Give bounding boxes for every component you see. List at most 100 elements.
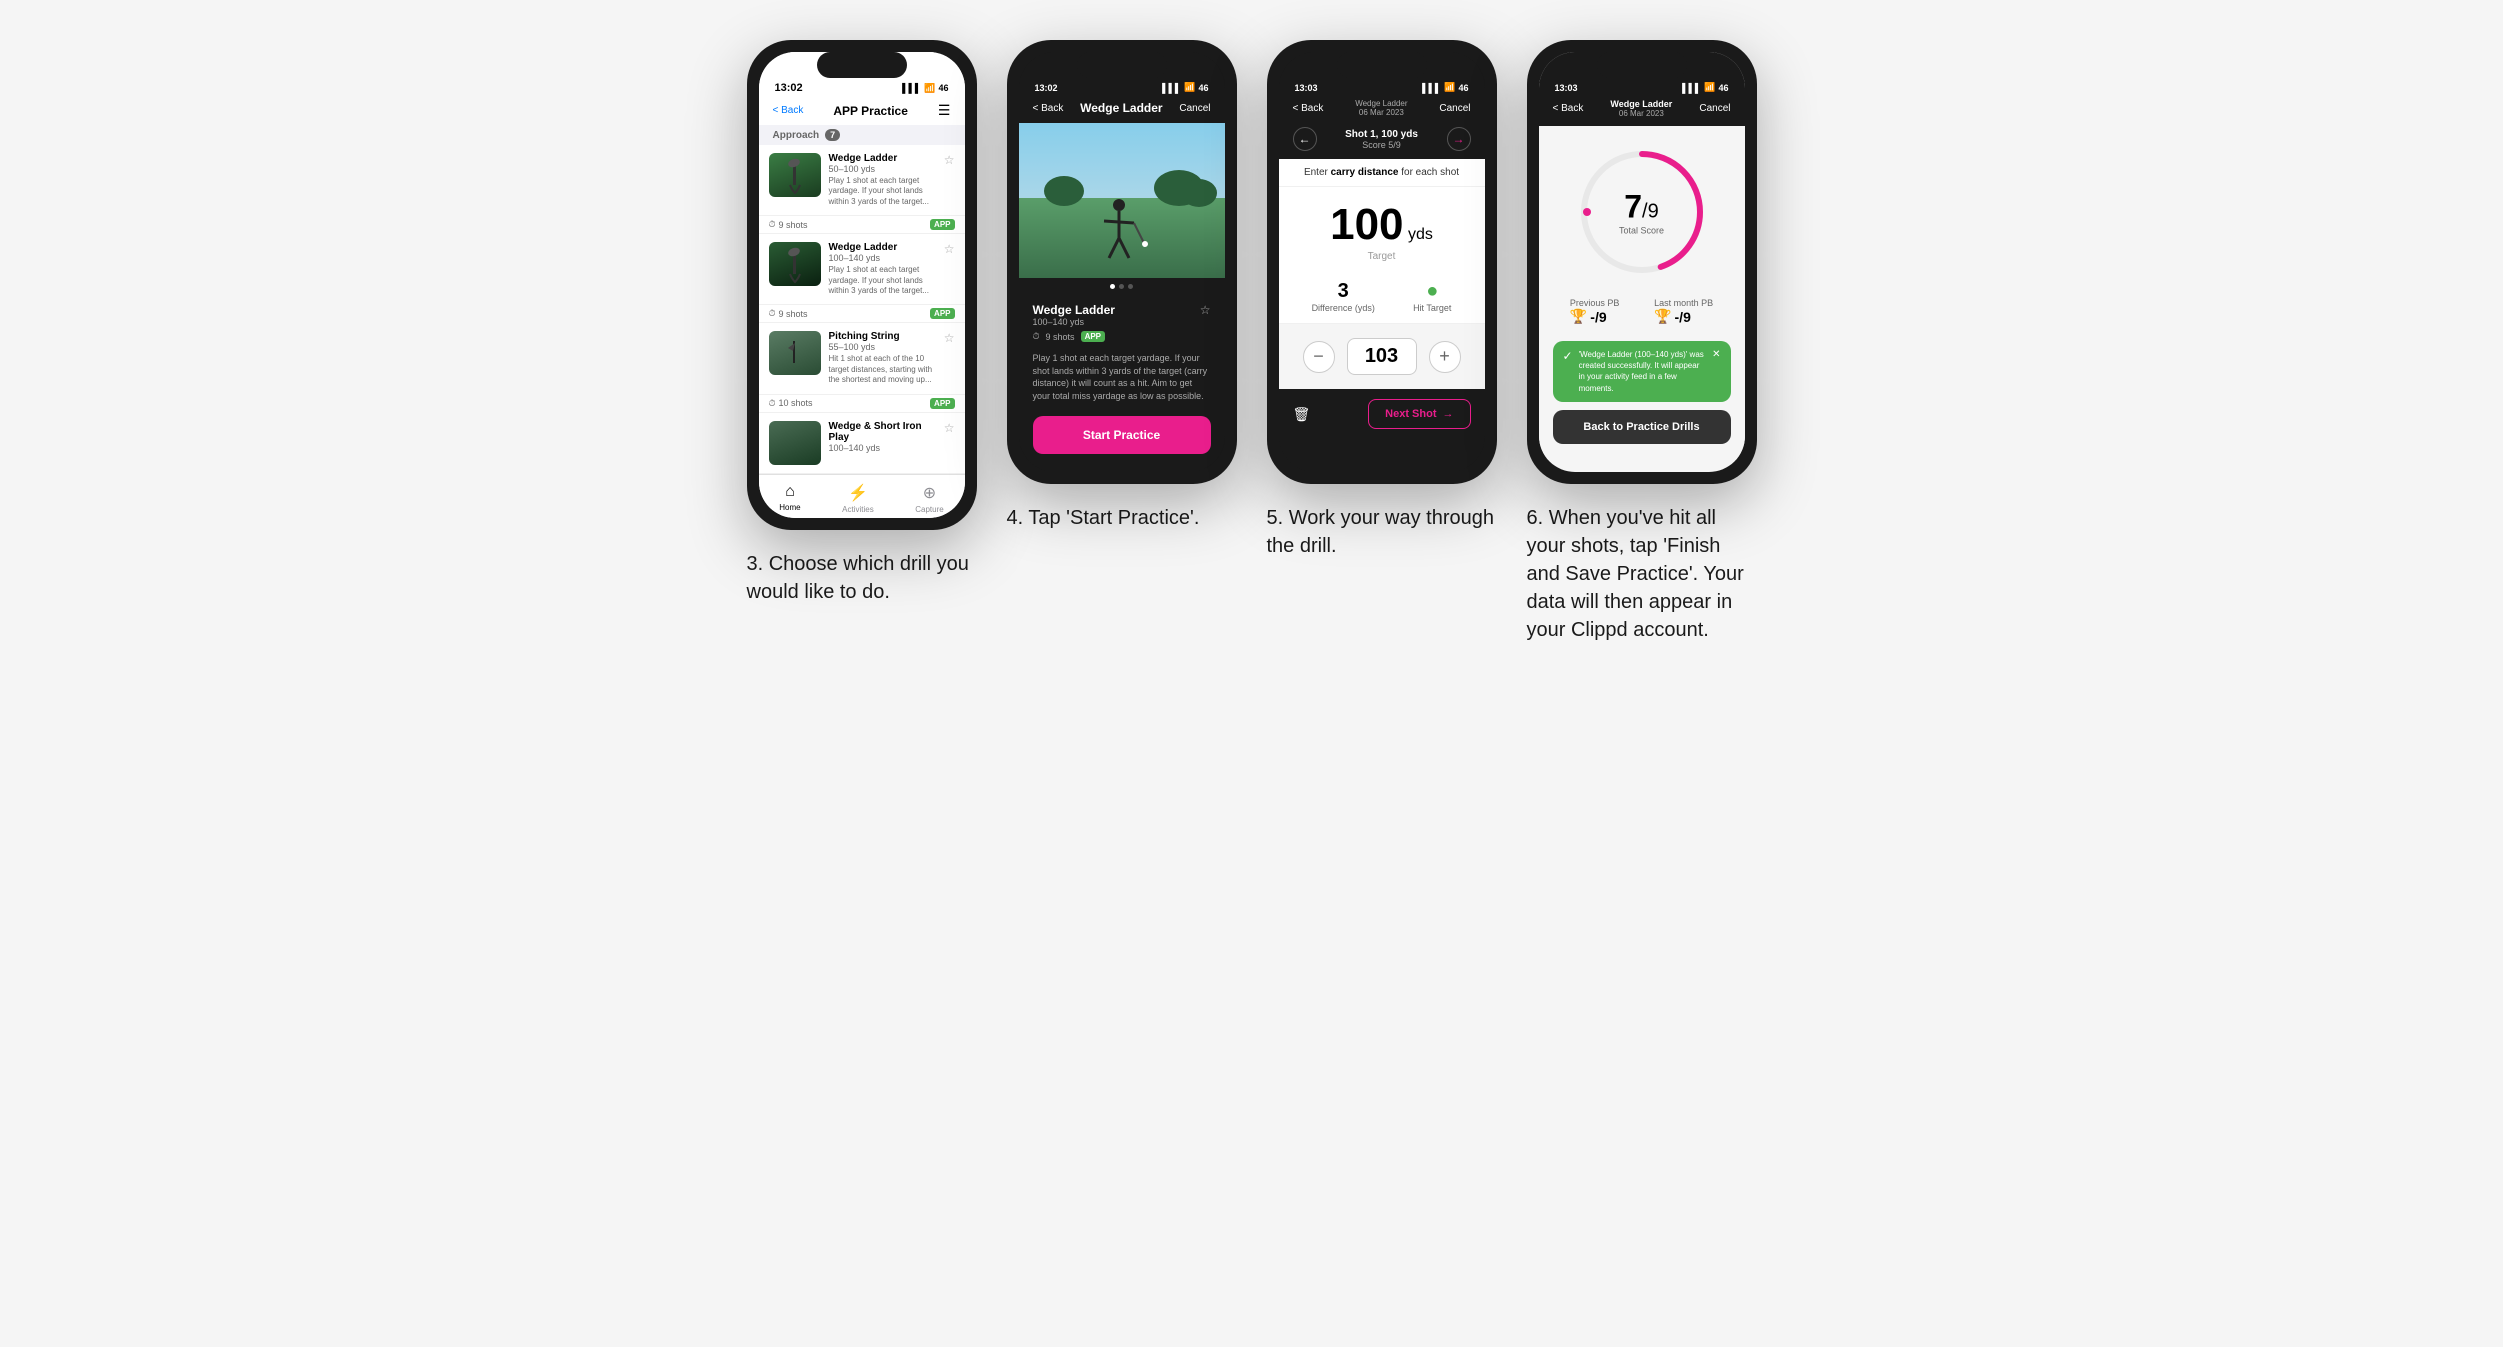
nav-title-1: APP Practice — [833, 104, 908, 118]
cancel-button-3[interactable]: Cancel — [1439, 103, 1470, 114]
nav-capture[interactable]: ⊕ Capture — [915, 483, 943, 514]
toast-close-icon[interactable]: ✕ — [1712, 349, 1720, 360]
status-icons-2: ▌▌▌ 📶 46 — [1162, 82, 1208, 93]
bookmark-icon-2[interactable]: ☆ — [944, 331, 955, 345]
prev-shot-btn[interactable]: ← — [1293, 127, 1317, 151]
phone-frame-3: 13:03 ▌▌▌ 📶 46 < Back Wedge Ladder 06 Ma… — [1267, 40, 1497, 484]
battery-icon: 46 — [938, 83, 948, 93]
menu-icon-1[interactable]: ☰ — [938, 102, 951, 119]
drill-yds-0: 50–100 yds — [829, 164, 936, 174]
drill-info-0: Wedge Ladder 50–100 yds Play 1 shot at e… — [829, 153, 936, 207]
back-to-drills-button[interactable]: Back to Practice Drills — [1553, 410, 1731, 444]
drill-desc-1: Play 1 shot at each target yardage. If y… — [829, 265, 936, 296]
back-button-1[interactable]: < Back — [773, 105, 804, 116]
shot-nav: < Back Wedge Ladder 06 Mar 2023 Cancel — [1279, 97, 1485, 123]
status-icons-3: ▌▌▌ 📶 46 — [1422, 82, 1468, 93]
caption-1: 3. Choose which drill you would like to … — [747, 550, 977, 606]
wifi-icon-4: 📶 — [1704, 82, 1715, 93]
drill-image-0 — [769, 153, 821, 197]
drill-subtitle-3: Wedge Ladder — [1355, 99, 1407, 108]
start-practice-button[interactable]: Start Practice — [1033, 416, 1211, 454]
trash-icon[interactable]: 🗑 — [1293, 406, 1311, 423]
wifi-icon: 📶 — [924, 83, 935, 94]
phone-screen-2: 13:02 ▌▌▌ 📶 46 < Back Wedge Ladder Cance… — [1019, 52, 1225, 472]
drill-desc-2: Play 1 shot at each target yardage. If y… — [1033, 346, 1211, 408]
last-month-pb: Last month PB 🏆 -/9 — [1654, 298, 1713, 325]
drill-name-section-2: Wedge Ladder 100–140 yds — [1033, 303, 1115, 327]
shot-arrows-row: ← Shot 1, 100 yds Score 5/9 → — [1279, 123, 1485, 159]
drill-name-1: Wedge Ladder — [829, 242, 936, 253]
back-button-3[interactable]: < Back — [1293, 103, 1324, 114]
carry-instruction: Enter carry distance for each shot — [1279, 159, 1485, 187]
nav-bar-1: < Back APP Practice ☰ — [759, 98, 965, 125]
difference-stat: 3 Difference (yds) — [1312, 280, 1375, 313]
drill-item-0[interactable]: Wedge Ladder 50–100 yds Play 1 shot at e… — [759, 145, 965, 216]
check-icon: ✓ — [1563, 349, 1573, 363]
next-shot-button[interactable]: Next Shot → — [1368, 399, 1470, 429]
phone-section-2: 13:02 ▌▌▌ 📶 46 < Back Wedge Ladder Cance… — [1007, 40, 1237, 532]
drill-yds-1: 100–140 yds — [829, 253, 936, 263]
shots-row-dark: ⏱ 9 shots APP — [1033, 327, 1211, 346]
phone-section-4: 13:03 ▌▌▌ 📶 46 < Back Wedge Ladder 06 Ma… — [1527, 40, 1757, 644]
section-name: Approach — [773, 130, 820, 141]
shot-input-value[interactable]: 103 — [1347, 338, 1417, 375]
nav-bar-4: < Back Wedge Ladder 06 Mar 2023 Cancel — [1539, 97, 1745, 126]
battery-icon-2: 46 — [1198, 83, 1208, 93]
phone-notch-4 — [1597, 52, 1687, 78]
nav-home[interactable]: ⌂ Home — [779, 483, 800, 514]
decrement-btn[interactable]: − — [1303, 341, 1335, 373]
drill-name-2: Wedge Ladder — [1033, 303, 1115, 317]
hit-target-label: Hit Target — [1413, 303, 1451, 313]
bookmark-icon-phone2[interactable]: ☆ — [1200, 303, 1211, 317]
next-shot-arrow-btn[interactable]: → — [1447, 127, 1471, 151]
bookmark-icon-0[interactable]: ☆ — [944, 153, 955, 167]
drill-date-4: 06 Mar 2023 — [1610, 109, 1672, 118]
page-container: 13:02 ▌▌▌ 📶 46 < Back APP Practice ☰ App… — [747, 40, 1757, 644]
drill-footer-2: ⏱10 shots APP — [759, 395, 965, 413]
score-center: 7/9 Total Score — [1619, 189, 1664, 236]
wifi-icon-3: 📶 — [1444, 82, 1455, 93]
phone-screen-3: 13:03 ▌▌▌ 📶 46 < Back Wedge Ladder 06 Ma… — [1279, 52, 1485, 472]
drill-name-0: Wedge Ladder — [829, 153, 936, 164]
drill-item-2[interactable]: Pitching String 55–100 yds Hit 1 shot at… — [759, 323, 965, 394]
score-denominator: /9 — [1642, 201, 1659, 223]
phone-screen-4: 13:03 ▌▌▌ 📶 46 < Back Wedge Ladder 06 Ma… — [1539, 52, 1745, 472]
phone-screen-1: 13:02 ▌▌▌ 📶 46 < Back APP Practice ☰ App… — [759, 52, 965, 518]
caption-2: 4. Tap 'Start Practice'. — [1007, 504, 1200, 532]
bookmark-icon-1[interactable]: ☆ — [944, 242, 955, 256]
pb-row: Previous PB 🏆 -/9 Last month PB 🏆 -/9 — [1553, 290, 1731, 333]
drill-info-3: Wedge & Short Iron Play 100–140 yds — [829, 421, 936, 453]
shots-count-1: ⏱9 shots — [769, 308, 808, 319]
phone-notch-1 — [817, 52, 907, 78]
diff-label: Difference (yds) — [1312, 303, 1375, 313]
signal-icon-4: ▌▌▌ — [1682, 83, 1701, 93]
signal-icon-2: ▌▌▌ — [1162, 83, 1181, 93]
score-fraction-display: 7/9 — [1619, 189, 1664, 226]
dot-1 — [1110, 284, 1115, 289]
input-row: − 103 + — [1279, 324, 1485, 389]
shots-text-2: 9 shots — [1046, 332, 1075, 342]
time-4: 13:03 — [1555, 83, 1578, 93]
back-button-2[interactable]: < Back — [1033, 103, 1064, 114]
nav-activities[interactable]: ⚡ Activities — [842, 483, 874, 514]
drill-desc-2: Hit 1 shot at each of the 10 target dist… — [829, 354, 936, 385]
drill-thumb-0 — [769, 153, 821, 197]
caption-3: 5. Work your way through the drill. — [1267, 504, 1497, 560]
hit-target-stat: ● Hit Target — [1413, 280, 1451, 313]
trophy-icon-2: 🏆 — [1654, 308, 1671, 325]
cancel-button-2[interactable]: Cancel — [1179, 103, 1210, 114]
back-button-4[interactable]: < Back — [1553, 103, 1584, 114]
drill-item-1[interactable]: Wedge Ladder 100–140 yds Play 1 shot at … — [759, 234, 965, 305]
prev-pb: Previous PB 🏆 -/9 — [1570, 298, 1620, 325]
next-shot-bar: 🗑 Next Shot → — [1279, 389, 1485, 439]
increment-btn[interactable]: + — [1429, 341, 1461, 373]
cancel-button-4[interactable]: Cancel — [1699, 103, 1730, 114]
app-badge-phone2: APP — [1081, 331, 1105, 342]
drill-image-1 — [769, 242, 821, 286]
nav-bar-2: < Back Wedge Ladder Cancel — [1019, 97, 1225, 123]
drill-item-3[interactable]: Wedge & Short Iron Play 100–140 yds ☆ — [759, 413, 965, 474]
drill-info-2: Pitching String 55–100 yds Hit 1 shot at… — [829, 331, 936, 385]
phone-frame-4: 13:03 ▌▌▌ 📶 46 < Back Wedge Ladder 06 Ma… — [1527, 40, 1757, 484]
bookmark-icon-3[interactable]: ☆ — [944, 421, 955, 435]
score-numerator: 7 — [1624, 189, 1642, 225]
